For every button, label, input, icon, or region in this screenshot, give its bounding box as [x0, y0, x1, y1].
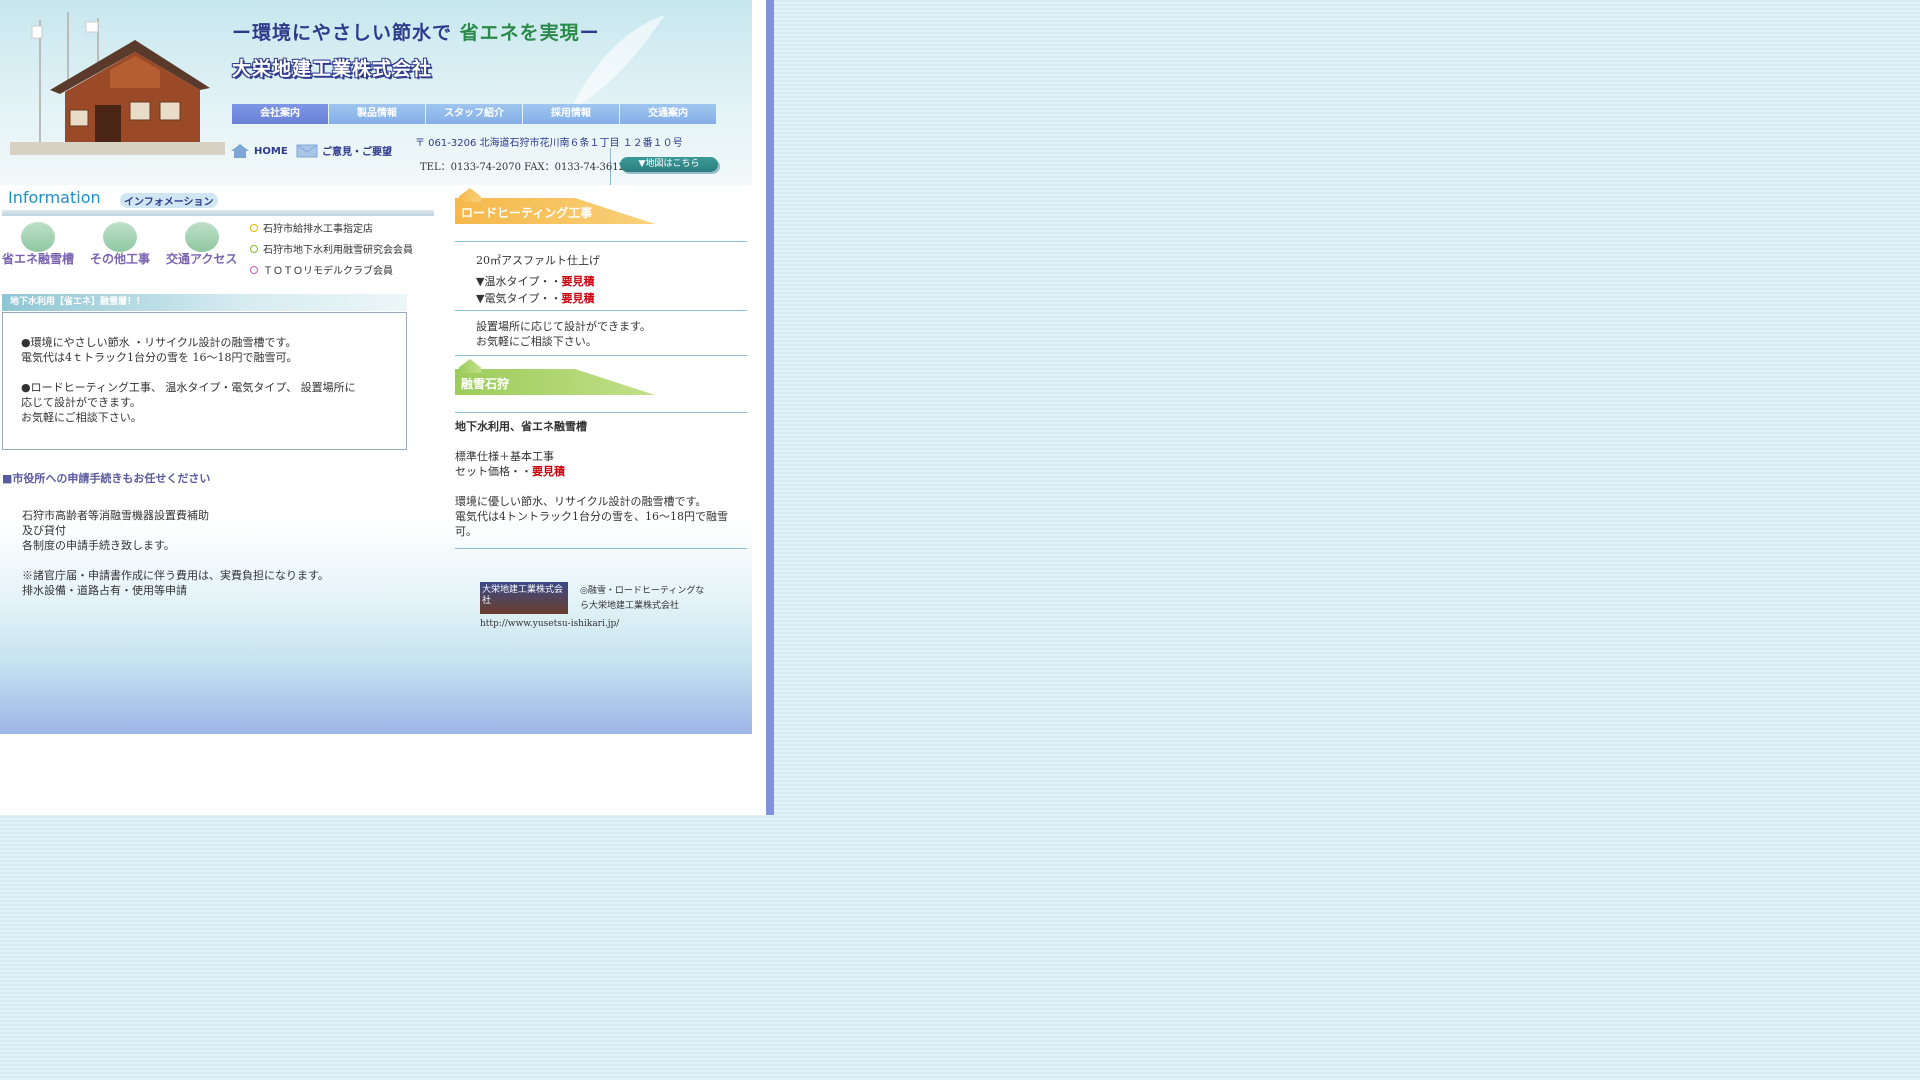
road-finish: 20㎡アスファルト仕上げ — [476, 254, 600, 267]
divider — [455, 548, 747, 549]
set-price-label: セット価格・・ — [455, 465, 532, 478]
cert-text: 石狩市給排水工事指定店 — [263, 224, 373, 235]
company-banner-logo[interactable]: 大栄地建工業株式会社 — [480, 582, 568, 614]
cert-item: 石狩市地下水利用融雪研究会会員 — [250, 241, 413, 256]
house-roof-icon — [459, 188, 481, 202]
bullet-icon — [250, 266, 258, 274]
divider — [455, 355, 747, 356]
ad-line: ◎融雪・ロードヒーティングな — [580, 586, 705, 596]
bullet-icon — [250, 245, 258, 253]
nav-recruit[interactable]: 採用情報 — [523, 104, 619, 124]
cert-text: 石狩市地下水利用融雪研究会会員 — [263, 245, 413, 256]
road-heating-banner: ロードヒーティング工事 — [455, 188, 655, 232]
home-label: HOME — [254, 145, 288, 157]
city-line: 及び貸付 — [22, 524, 66, 537]
feedback-label: ご意見・ご要望 — [322, 147, 392, 158]
cert-text: ＴＯＴＯリモデルクラブ会員 — [263, 266, 393, 277]
main-nav: 会社案内 製品情報 スタッフ紹介 採用情報 交通案内 — [232, 104, 717, 124]
road-note-line: お気軽にご相談下さい。 — [476, 335, 597, 348]
address: 〒 061-3206 北海道石狩市花川南６条１丁目 １２番１０号 — [415, 138, 683, 149]
snow-description: 環境に優しい節水、リサイクル設計の融雪槽です。 電気代は4トントラック1台分の雪… — [455, 494, 728, 539]
home-icon — [231, 144, 249, 158]
car-icon — [184, 222, 219, 252]
notice-header: 地下水利用【省エネ】融雪層！！ — [2, 294, 407, 311]
snow-desc-line: 電気代は4トントラック1台分の雪を、16～18円で融雪 — [455, 510, 728, 523]
category-snow-tank[interactable]: 省エネ融雪槽 — [2, 222, 74, 267]
city-application-title: ■市役所への申請手続きもお任せください — [2, 472, 211, 485]
nav-company[interactable]: 会社案内 — [232, 104, 328, 124]
road-heating-title: ロードヒーティング工事 — [461, 206, 593, 220]
nav-staff[interactable]: スタッフ紹介 — [426, 104, 522, 124]
divider — [455, 310, 747, 311]
hot-water-price: 要見積 — [561, 275, 595, 288]
city-line: 排水設備・道路占有・使用等申請 — [22, 584, 187, 597]
tel-fax: TEL：0133-74-2070 FAX：0133-74-3612 — [420, 162, 625, 173]
category-label: 交通アクセス — [166, 252, 238, 266]
cert-item: ＴＯＴＯリモデルクラブ会員 — [250, 262, 413, 277]
notice-line: ●ロードヒーティング工事、 温水タイプ・電気タイプ、 設置場所に — [21, 381, 356, 394]
road-hot-water: ▼温水タイプ・・要見積 — [476, 274, 594, 289]
category-label: その他工事 — [90, 252, 151, 266]
house-roof-icon — [459, 359, 481, 373]
notice-line: ●環境にやさしい節水 ・リサイクル設計の融雪槽です。 — [21, 336, 297, 349]
notice-line: 電気代は4ｔトラック1台分の雪を 16～18円で融雪可。 — [21, 351, 298, 364]
ad-line: ら大栄地建工業株式会社 — [580, 601, 680, 611]
header: ー環境にやさしい節水で 省エネを実現ー 大栄地建工業株式会社 会社案内 製品情報… — [0, 0, 752, 185]
snow-spec-line: 標準仕様＋基本工事 — [455, 450, 554, 463]
information-subtitle: インフォメーション — [120, 193, 218, 208]
road-note-line: 設置場所に応じて設計ができます。 — [476, 320, 651, 333]
house-photo — [10, 12, 225, 155]
building-icon — [103, 222, 137, 252]
snow-heading: 地下水利用、省エネ融雪槽 — [455, 420, 587, 433]
road-note: 設置場所に応じて設計ができます。 お気軽にご相談下さい。 — [476, 319, 651, 349]
category-label: 省エネ融雪槽 — [2, 252, 75, 266]
nav-access[interactable]: 交通案内 — [620, 104, 716, 124]
city-line: 各制度の申請手続き致します。 — [22, 539, 175, 552]
set-price: 要見積 — [532, 465, 565, 478]
snow-tank-icon — [21, 222, 55, 252]
tagline-prefix: ー環境にやさしい節水で — [232, 22, 453, 44]
snow-spec: 標準仕様＋基本工事 セット価格・・要見積 — [455, 449, 565, 479]
snow-desc-line: 可。 — [455, 525, 477, 538]
snow-melting-title: 融雪石狩 — [461, 377, 510, 391]
city-application-text: 石狩市高齢者等消融雪機器設置費補助 及び貸付 各制度の申請手続き致します。 ※諸… — [22, 508, 329, 613]
information-title: Information — [8, 188, 101, 207]
snow-melting-banner: 融雪石狩 — [455, 359, 655, 403]
snow-desc-line: 環境に優しい節水、リサイクル設計の融雪槽です。 — [455, 495, 707, 508]
notice-line: 応じて設計ができます。 — [21, 396, 141, 409]
information-bar — [2, 210, 434, 216]
divider — [455, 241, 747, 242]
category-other-works[interactable]: その他工事 — [90, 222, 150, 267]
ad-url[interactable]: http://www.yusetsu-ishikari.jp/ — [480, 619, 619, 629]
city-line: ※諸官庁届・申請書作成に伴う費用は、実費負担になります。 — [22, 569, 329, 582]
ad-text: ◎融雪・ロードヒーティングな ら大栄地建工業株式会社 — [580, 584, 730, 614]
hot-water-label: ▼温水タイプ・・ — [476, 275, 562, 288]
road-electric: ▼電気タイプ・・要見積 — [476, 291, 594, 306]
company-name: 大栄地建工業株式会社 — [232, 58, 433, 80]
right-border-bar — [766, 0, 774, 815]
certification-list: 石狩市給排水工事指定店 石狩市地下水利用融雪研究会会員 ＴＯＴＯリモデルクラブ会… — [250, 220, 413, 283]
cert-item: 石狩市給排水工事指定店 — [250, 220, 413, 235]
electric-label: ▼電気タイプ・・ — [476, 292, 562, 305]
page-content: ー環境にやさしい節水で 省エネを実現ー 大栄地建工業株式会社 会社案内 製品情報… — [0, 0, 752, 734]
notice-box: ●環境にやさしい節水 ・リサイクル設計の融雪槽です。 電気代は4ｔトラック1台分… — [2, 312, 407, 450]
home-link[interactable]: HOME — [230, 143, 288, 159]
mail-icon — [296, 144, 318, 157]
tagline: ー環境にやさしい節水で 省エネを実現ー — [232, 18, 600, 45]
category-access[interactable]: 交通アクセス — [166, 222, 237, 267]
feedback-link[interactable]: ご意見・ご要望 — [296, 143, 392, 158]
notice-line: お気軽にご相談下さい。 — [21, 411, 142, 424]
divider — [455, 412, 747, 413]
bullet-icon — [250, 224, 258, 232]
electric-price: 要見積 — [561, 292, 595, 305]
map-button[interactable]: ▼地図はこちら — [620, 157, 718, 172]
nav-products[interactable]: 製品情報 — [329, 104, 425, 124]
city-line: 石狩市高齢者等消融雪機器設置費補助 — [22, 509, 209, 522]
